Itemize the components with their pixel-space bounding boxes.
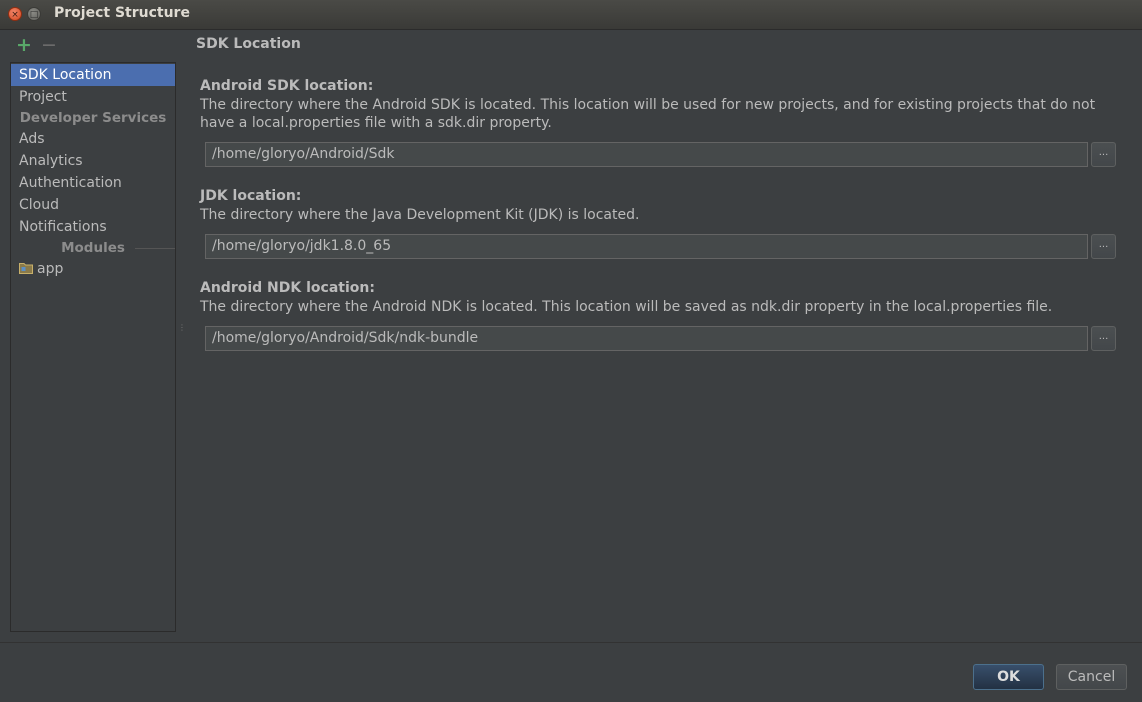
- android-ndk-location-description: The directory where the Android NDK is l…: [200, 299, 1053, 315]
- sidebar: SDK Location Project Developer Services …: [10, 62, 176, 632]
- sidebar-section-developer-services: Developer Services: [11, 109, 175, 127]
- jdk-path-input[interactable]: /home/gloryo/jdk1.8.0_65: [205, 234, 1088, 259]
- jdk-location-description: The directory where the Java Development…: [200, 207, 640, 223]
- sidebar-item-label: app: [37, 261, 64, 277]
- window-title: Project Structure: [54, 5, 190, 21]
- window-maximize-button[interactable]: □: [27, 7, 41, 21]
- android-ndk-location-label: Android NDK location:: [200, 280, 375, 296]
- sidebar-item-analytics[interactable]: Analytics: [11, 150, 175, 172]
- sidebar-item-authentication[interactable]: Authentication: [11, 172, 175, 194]
- jdk-location-label: JDK location:: [200, 188, 302, 204]
- android-sdk-location-label: Android SDK location:: [200, 78, 374, 94]
- title-bar: × □ Project Structure: [0, 0, 1142, 30]
- android-ndk-path-input[interactable]: /home/gloryo/Android/Sdk/ndk-bundle: [205, 326, 1088, 351]
- page-title: SDK Location: [196, 36, 301, 52]
- sidebar-item-cloud[interactable]: Cloud: [11, 194, 175, 216]
- add-icon[interactable]: +: [16, 36, 32, 55]
- sidebar-section-divider: [135, 248, 175, 249]
- footer-divider: [0, 642, 1142, 643]
- sidebar-item-sdk-location[interactable]: SDK Location: [11, 64, 175, 86]
- sidebar-item-ads[interactable]: Ads: [11, 128, 175, 150]
- sidebar-item-notifications[interactable]: Notifications: [11, 216, 175, 238]
- cancel-button[interactable]: Cancel: [1056, 664, 1127, 690]
- android-ndk-browse-button[interactable]: ...: [1091, 326, 1116, 351]
- remove-icon[interactable]: −: [41, 36, 57, 55]
- window-close-button[interactable]: ×: [8, 7, 22, 21]
- android-sdk-location-description: The directory where the Android SDK is l…: [200, 97, 1096, 131]
- splitter-handle[interactable]: ⋮: [178, 324, 186, 340]
- android-sdk-path-input[interactable]: /home/gloryo/Android/Sdk: [205, 142, 1088, 167]
- ok-button[interactable]: OK: [973, 664, 1044, 690]
- jdk-browse-button[interactable]: ...: [1091, 234, 1116, 259]
- android-sdk-browse-button[interactable]: ...: [1091, 142, 1116, 167]
- module-folder-icon: [19, 259, 33, 274]
- sidebar-section-label: Developer Services: [19, 110, 167, 126]
- sidebar-item-app[interactable]: app: [11, 258, 175, 280]
- sidebar-section-modules: Modules: [11, 239, 175, 257]
- sidebar-item-project[interactable]: Project: [11, 86, 175, 108]
- sidebar-section-label: Modules: [61, 240, 125, 256]
